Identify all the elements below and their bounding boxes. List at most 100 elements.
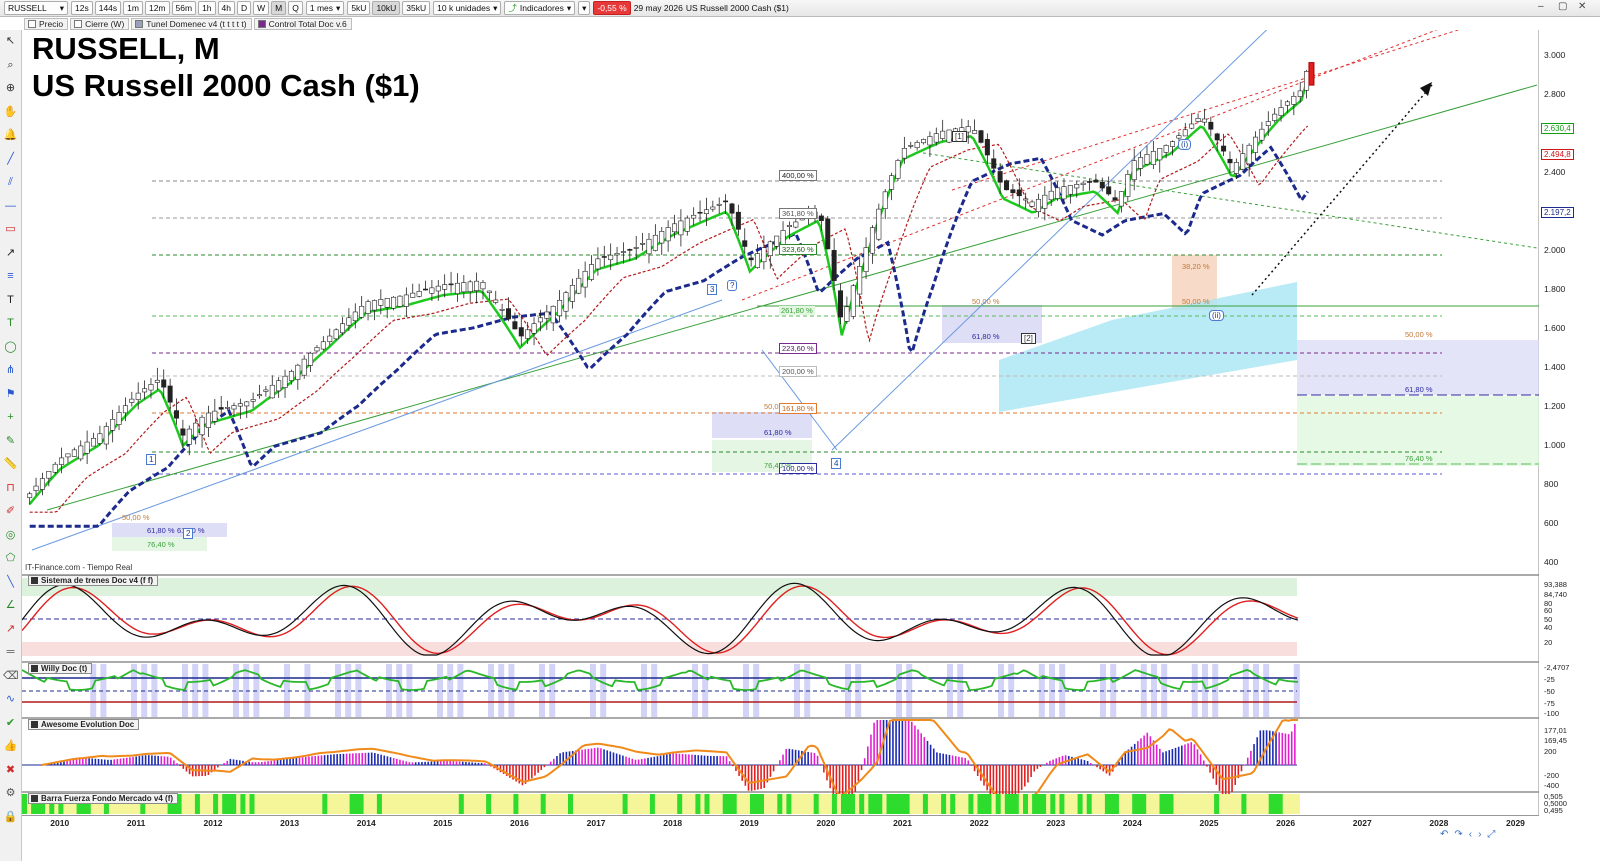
legend-item[interactable]: Cierre (W) (70, 17, 130, 30)
eraser-icon[interactable]: ⌫ (3, 669, 19, 683)
fib-label: 76,40 % (1405, 454, 1433, 463)
symbol-selector[interactable]: RUSSELL ▾ (4, 1, 68, 15)
candle-body (231, 405, 237, 410)
flag-icon[interactable]: ⚑ (3, 387, 18, 401)
zoom-in-icon[interactable]: ⊕ (3, 81, 18, 95)
settings-icon[interactable]: ⚙ (3, 786, 18, 800)
delete-icon[interactable]: ✖ (3, 763, 18, 777)
units-selector[interactable]: 10 k unidades ▾ (433, 1, 502, 15)
period-button[interactable]: 12s (71, 1, 93, 15)
pitchfork-icon[interactable]: ⋔ (3, 363, 18, 377)
hand-icon[interactable]: ✋ (3, 105, 18, 119)
period-button[interactable]: D (237, 1, 252, 15)
price-chart[interactable] (22, 30, 1539, 816)
legend-item[interactable]: Tunel Domenec v4 (t t t t t) (131, 17, 252, 30)
panel-title-willy-label: Willy Doc (t) (41, 664, 88, 673)
candle-body (1208, 121, 1214, 130)
channel-icon[interactable]: ⫽ (3, 175, 18, 189)
close-icon[interactable]: ✕ (1578, 1, 1586, 12)
candle-body (122, 405, 128, 414)
candle-body (1016, 189, 1022, 197)
period-button[interactable]: 12m (144, 1, 170, 15)
candle-body (1061, 186, 1067, 200)
barra-bar (376, 794, 382, 814)
pointer-icon[interactable]: ↖ (3, 34, 18, 48)
rectangle-icon[interactable]: ▭ (3, 222, 18, 236)
line-icon[interactable]: ╲ (3, 575, 18, 589)
volume-button[interactable]: 10kU (372, 1, 401, 15)
trenes-overbought-zone (22, 578, 1297, 596)
arrow-icon[interactable]: ↗ (3, 246, 18, 260)
navigation-icons[interactable]: ↶↷‹›⤢ (1440, 829, 1501, 840)
period-button[interactable]: 1m (123, 1, 143, 15)
circle-icon[interactable]: ◎ (3, 528, 18, 542)
candle-body (148, 384, 154, 391)
projection-zone (999, 282, 1297, 412)
candle-body (550, 305, 556, 324)
brush-icon[interactable]: ✐ (3, 504, 18, 518)
candle-body (142, 388, 148, 393)
check-icon[interactable]: ✔ (3, 716, 18, 730)
ray-icon[interactable]: ↗ (3, 622, 18, 636)
fibonacci-icon[interactable]: ≡ (3, 269, 18, 283)
angle-icon[interactable]: ∠ (3, 598, 18, 612)
period-button[interactable]: Q (288, 1, 303, 15)
candle-body (91, 437, 97, 447)
candle-body (972, 130, 978, 134)
price-tag-blue: 2.197,2 (1541, 207, 1574, 218)
text-icon[interactable]: T (3, 293, 18, 307)
period-button[interactable]: 56m (171, 1, 197, 15)
trading-app: RUSSELL ▾ 12s 144s 1m 12m 56m 1h 4h D W M Q 1 mes … (0, 0, 1600, 861)
minimize-icon[interactable]: – (1538, 1, 1544, 12)
thumb-up-icon[interactable]: 👍 (3, 739, 18, 753)
legend-label: Control Total Doc v.6 (268, 18, 347, 29)
period-button[interactable]: 144s (94, 1, 122, 15)
trenes-value: 84,740 (1544, 590, 1567, 599)
trendline-icon[interactable]: ╱ (3, 152, 18, 166)
fib-label: 323,60 % (779, 244, 817, 255)
awesome-value: -200 (1544, 771, 1560, 780)
ruler-icon[interactable]: 📏 (3, 457, 18, 471)
x-tick: 2021 (893, 818, 912, 828)
barra-bar (1023, 794, 1028, 814)
candle-body (933, 133, 939, 143)
cross-icon[interactable]: + (3, 410, 18, 424)
magnet-icon[interactable]: ⊓ (3, 481, 18, 495)
ellipse-icon[interactable]: ◯ (3, 340, 18, 354)
period-button[interactable]: 4h (217, 1, 235, 15)
lock-icon[interactable]: 🔒 (3, 810, 18, 824)
legend-item[interactable]: Control Total Doc v.6 (253, 17, 352, 30)
polygon-icon[interactable]: ⬠ (3, 551, 18, 565)
wave-icon[interactable]: ∿ (3, 692, 18, 706)
panel-title-willy[interactable]: Willy Doc (t) (28, 663, 93, 674)
period-button[interactable]: M (271, 1, 287, 15)
barra-bar (649, 794, 655, 814)
text-box-icon[interactable]: T (3, 316, 18, 330)
candle-body (448, 283, 454, 286)
top-toolbar: RUSSELL ▾ 12s 144s 1m 12m 56m 1h 4h D W M Q 1 mes … (0, 0, 1600, 17)
restore-icon[interactable]: ▢ (1558, 1, 1567, 12)
marker-icon[interactable]: ✎ (3, 434, 18, 448)
panel-title-awesome[interactable]: Awesome Evolution Doc (28, 719, 140, 730)
panel-title-trenes[interactable]: Sistema de trenes Doc v4 (f f) (28, 575, 159, 586)
fib-label: 61,80 % (1405, 385, 1433, 394)
volume-button[interactable]: 35kU (402, 1, 431, 15)
candle-body (161, 379, 167, 388)
settings-button[interactable]: ▾ (578, 1, 591, 15)
candle-body (340, 323, 346, 334)
level-icon[interactable]: ═ (3, 645, 18, 659)
fib-label: 50,00 % (122, 513, 150, 522)
candle-body (908, 145, 914, 147)
candle-body (710, 206, 716, 210)
panel-title-barra[interactable]: Barra Fuerza Fondo Mercado v4 (f) (28, 793, 179, 804)
period-button[interactable]: 1h (198, 1, 216, 15)
legend-item[interactable]: Precio (24, 17, 69, 30)
range-selector[interactable]: 1 mes ▾ (305, 1, 345, 15)
candle-body (882, 191, 888, 209)
volume-button[interactable]: 5kU (347, 1, 371, 15)
bell-icon[interactable]: 🔔 (3, 128, 18, 142)
indicators-button[interactable]: ⤴ Indicadores ▾ (504, 1, 576, 15)
zoom-icon[interactable]: ⌕ (3, 58, 18, 72)
period-button[interactable]: W (253, 1, 270, 15)
horizontal-line-icon[interactable]: — (3, 199, 18, 213)
